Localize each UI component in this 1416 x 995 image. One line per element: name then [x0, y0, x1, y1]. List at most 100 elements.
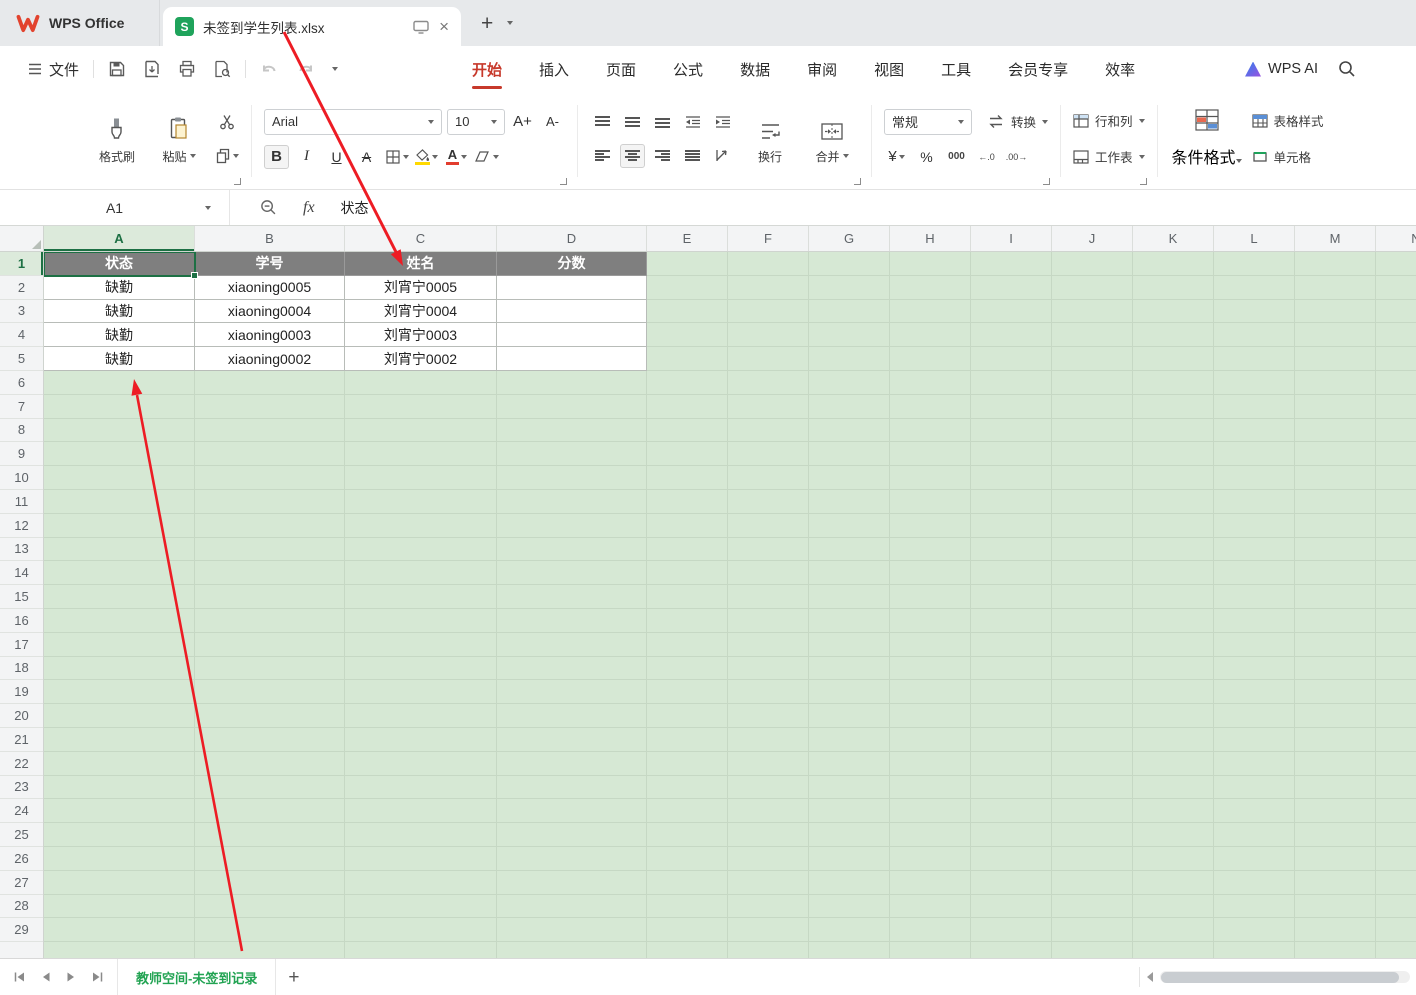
new-tab-button[interactable]: +	[481, 13, 493, 34]
cell-M21[interactable]	[1295, 728, 1376, 752]
cell-A12[interactable]	[44, 514, 195, 538]
cell-E18[interactable]	[647, 657, 728, 681]
cell-M4[interactable]	[1295, 323, 1376, 347]
cell-E14[interactable]	[647, 561, 728, 585]
cell-L16[interactable]	[1214, 609, 1295, 633]
cell-G27[interactable]	[809, 871, 890, 895]
cell-J23[interactable]	[1052, 776, 1133, 800]
row-header-23[interactable]: 23	[0, 776, 43, 800]
cell-B19[interactable]	[195, 680, 345, 704]
row-header-30[interactable]	[0, 942, 43, 958]
cell-N1[interactable]	[1376, 252, 1416, 276]
cell-L8[interactable]	[1214, 419, 1295, 443]
cell-K28[interactable]	[1133, 895, 1214, 919]
cell-J29[interactable]	[1052, 918, 1133, 942]
cell-E8[interactable]	[647, 419, 728, 443]
cell-I18[interactable]	[971, 657, 1052, 681]
horizontal-scrollbar[interactable]	[1147, 971, 1410, 983]
cell-N11[interactable]	[1376, 490, 1416, 514]
cell-D1[interactable]: 分数	[497, 252, 647, 276]
cell-C28[interactable]	[345, 895, 497, 919]
cell-B29[interactable]	[195, 918, 345, 942]
cell-I10[interactable]	[971, 466, 1052, 490]
cell-F28[interactable]	[728, 895, 809, 919]
cell-F8[interactable]	[728, 419, 809, 443]
tab-home[interactable]: 开始	[472, 46, 502, 92]
cell-H12[interactable]	[890, 514, 971, 538]
cell-B3[interactable]: xiaoning0004	[195, 300, 345, 324]
cell-K1[interactable]	[1133, 252, 1214, 276]
cell-B14[interactable]	[195, 561, 345, 585]
name-box[interactable]: A1	[0, 190, 230, 225]
cell-B5[interactable]: xiaoning0002	[195, 347, 345, 371]
cell-K25[interactable]	[1133, 823, 1214, 847]
cell-M20[interactable]	[1295, 704, 1376, 728]
column-header-H[interactable]: H	[890, 226, 971, 251]
cell-I14[interactable]	[971, 561, 1052, 585]
row-header-7[interactable]: 7	[0, 395, 43, 419]
cell-C6[interactable]	[345, 371, 497, 395]
close-tab-icon[interactable]: ×	[439, 18, 449, 35]
cell-J3[interactable]	[1052, 300, 1133, 324]
cell-B4[interactable]: xiaoning0003	[195, 323, 345, 347]
decrease-decimal-button[interactable]: .00→	[1004, 145, 1029, 169]
cell-I28[interactable]	[971, 895, 1052, 919]
cell-L19[interactable]	[1214, 680, 1295, 704]
cell-N21[interactable]	[1376, 728, 1416, 752]
cell-K9[interactable]	[1133, 442, 1214, 466]
cell-G23[interactable]	[809, 776, 890, 800]
cell-E20[interactable]	[647, 704, 728, 728]
cell-I5[interactable]	[971, 347, 1052, 371]
cell-F3[interactable]	[728, 300, 809, 324]
cell-N5[interactable]	[1376, 347, 1416, 371]
cell-H22[interactable]	[890, 752, 971, 776]
cell-D24[interactable]	[497, 799, 647, 823]
cell-J15[interactable]	[1052, 585, 1133, 609]
cell-G15[interactable]	[809, 585, 890, 609]
cell-L27[interactable]	[1214, 871, 1295, 895]
cell-C16[interactable]	[345, 609, 497, 633]
shading-button[interactable]	[474, 145, 499, 169]
cell-A23[interactable]	[44, 776, 195, 800]
row-header-8[interactable]: 8	[0, 419, 43, 443]
cell-N25[interactable]	[1376, 823, 1416, 847]
cell-E24[interactable]	[647, 799, 728, 823]
cell-H30[interactable]	[890, 942, 971, 958]
cell-L23[interactable]	[1214, 776, 1295, 800]
scrollbar-thumb[interactable]	[1161, 972, 1399, 983]
merge-cells-button[interactable]: 合并	[805, 113, 859, 165]
cell-D13[interactable]	[497, 538, 647, 562]
document-tab[interactable]: S 未签到学生列表.xlsx ×	[163, 7, 461, 46]
cell-A15[interactable]	[44, 585, 195, 609]
cell-C11[interactable]	[345, 490, 497, 514]
row-header-20[interactable]: 20	[0, 704, 43, 728]
cell-A29[interactable]	[44, 918, 195, 942]
cell-N9[interactable]	[1376, 442, 1416, 466]
cell-J17[interactable]	[1052, 633, 1133, 657]
cell-F1[interactable]	[728, 252, 809, 276]
cell-L30[interactable]	[1214, 942, 1295, 958]
cell-M26[interactable]	[1295, 847, 1376, 871]
cell-N10[interactable]	[1376, 466, 1416, 490]
cell-L25[interactable]	[1214, 823, 1295, 847]
cell-G11[interactable]	[809, 490, 890, 514]
cell-K5[interactable]	[1133, 347, 1214, 371]
cell-K19[interactable]	[1133, 680, 1214, 704]
row-header-24[interactable]: 24	[0, 799, 43, 823]
row-header-16[interactable]: 16	[0, 609, 43, 633]
cell-H6[interactable]	[890, 371, 971, 395]
cell-K26[interactable]	[1133, 847, 1214, 871]
cell-E13[interactable]	[647, 538, 728, 562]
tab-efficiency[interactable]: 效率	[1105, 46, 1135, 92]
cell-L24[interactable]	[1214, 799, 1295, 823]
cell-K15[interactable]	[1133, 585, 1214, 609]
cell-D19[interactable]	[497, 680, 647, 704]
tab-member[interactable]: 会员专享	[1008, 46, 1068, 92]
cell-L11[interactable]	[1214, 490, 1295, 514]
cell-N24[interactable]	[1376, 799, 1416, 823]
cell-L9[interactable]	[1214, 442, 1295, 466]
cell-C19[interactable]	[345, 680, 497, 704]
cell-N8[interactable]	[1376, 419, 1416, 443]
tab-formulas[interactable]: 公式	[673, 46, 703, 92]
cell-F19[interactable]	[728, 680, 809, 704]
